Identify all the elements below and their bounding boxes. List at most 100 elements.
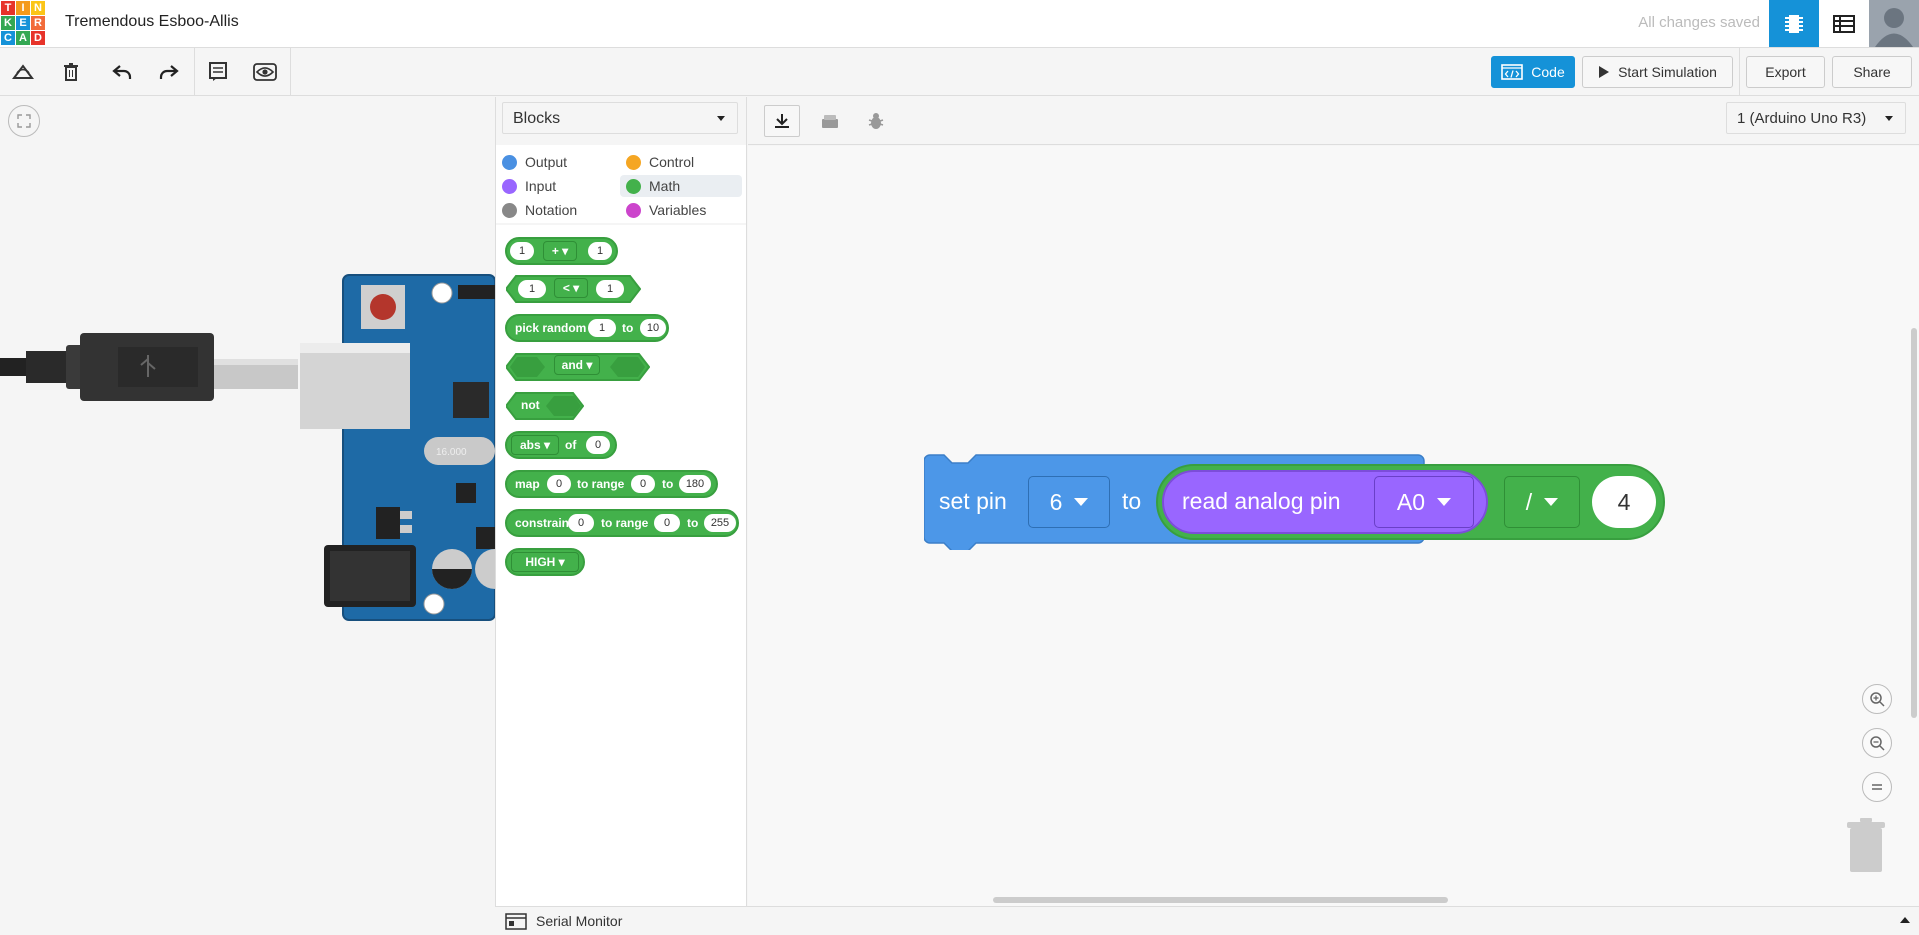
top-bar: TIN KER CAD Tremendous Esboo-Allis All cha… — [0, 0, 1919, 48]
not-label: not — [521, 398, 540, 412]
toolbar-divider — [290, 48, 291, 96]
notes-icon[interactable] — [202, 56, 234, 88]
crystal-label: 16.000 — [436, 447, 467, 458]
category-notation[interactable]: Notation — [502, 199, 577, 221]
code-label: Code — [1531, 64, 1565, 80]
math-abs-block[interactable]: abs ▾ of 0 — [505, 431, 617, 459]
toolbar-divider — [194, 48, 195, 96]
math-arithmetic-block[interactable]: 1 + ▾ 1 — [505, 237, 618, 265]
zoom-out-icon[interactable] — [1862, 728, 1892, 758]
compare-operator-dropdown[interactable]: < ▾ — [554, 278, 588, 298]
fit-view-icon[interactable] — [8, 105, 40, 137]
debug-bug-icon[interactable] — [860, 105, 892, 137]
device-select-value: 1 (Arduino Uno R3) — [1737, 110, 1867, 127]
math-level-block[interactable]: HIGH ▾ — [505, 548, 585, 576]
visibility-eye-icon[interactable] — [249, 56, 281, 88]
save-status: All changes saved — [1638, 14, 1760, 31]
export-button[interactable]: Export — [1746, 56, 1825, 88]
trash-can-icon[interactable] — [1844, 816, 1888, 874]
category-math[interactable]: Math — [626, 175, 680, 197]
category-output[interactable]: Output — [502, 151, 567, 173]
level-dropdown[interactable]: HIGH ▾ — [511, 552, 579, 572]
export-label: Export — [1765, 64, 1806, 80]
play-icon — [1599, 66, 1610, 78]
logo-letter: D — [31, 31, 45, 45]
block-palette: Blocks Output Control Input Math Notatio… — [495, 97, 747, 906]
code-workspace[interactable]: set pin 6 to read analog pin A0 / 4 — [748, 146, 1919, 906]
start-simulation-label: Start Simulation — [1618, 64, 1717, 80]
math-operator-dropdown[interactable]: / — [1504, 476, 1580, 528]
logic-operator-dropdown[interactable]: and ▾ — [554, 355, 600, 375]
math-map-block[interactable]: map 0 to range 0 to 180 — [505, 470, 718, 498]
serial-monitor-bar[interactable]: Serial Monitor — [495, 906, 1919, 935]
user-avatar-icon[interactable] — [1869, 0, 1919, 47]
circuit-view-icon[interactable] — [1769, 0, 1819, 47]
share-button[interactable]: Share — [1832, 56, 1912, 88]
vertical-scrollbar[interactable] — [1911, 328, 1917, 718]
arith-operator-dropdown[interactable]: + ▾ — [543, 241, 577, 261]
upload-library-icon[interactable] — [814, 105, 846, 137]
logo-letter: A — [16, 31, 30, 45]
logo-letter: C — [1, 31, 15, 45]
math-constrain-block[interactable]: constrain 0 to range 0 to 255 — [505, 509, 739, 537]
code-icon — [1501, 64, 1524, 80]
rotate-icon[interactable] — [7, 56, 39, 88]
zoom-reset-icon[interactable] — [1862, 772, 1892, 802]
read-analog-pin-label: read analog pin — [1182, 488, 1341, 514]
circuit-canvas[interactable]: 16.000 — [0, 97, 495, 935]
category-list: Output Control Input Math Notation Varia… — [496, 145, 746, 221]
components-list-icon[interactable] — [1819, 0, 1869, 47]
constrain-value[interactable]: 0 — [568, 514, 594, 532]
serial-monitor-icon — [505, 913, 527, 930]
blocks-mode-value: Blocks — [513, 110, 561, 127]
chevron-down-icon — [1437, 498, 1452, 506]
undo-icon[interactable] — [106, 56, 138, 88]
redo-icon[interactable] — [153, 56, 185, 88]
math-not-block[interactable] — [506, 392, 584, 420]
main-toolbar: Code Start Simulation Export Share — [0, 48, 1919, 96]
share-label: Share — [1853, 64, 1891, 80]
map-from-value[interactable]: 0 — [631, 475, 655, 493]
set-pin-label: set pin — [939, 488, 1007, 514]
code-button[interactable]: Code — [1491, 56, 1575, 88]
palette-divider — [496, 223, 746, 225]
start-simulation-button[interactable]: Start Simulation — [1582, 56, 1733, 88]
compare-b-value[interactable]: 1 — [596, 280, 624, 298]
constrain-to-value[interactable]: 255 — [704, 514, 736, 532]
divisor-input[interactable]: 4 — [1592, 476, 1656, 528]
chevron-down-icon — [1885, 116, 1893, 121]
math-random-block[interactable]: pick random 1 to 10 — [505, 314, 669, 342]
device-select[interactable]: 1 (Arduino Uno R3) — [1726, 102, 1906, 134]
to-label: to — [1122, 488, 1142, 514]
category-control[interactable]: Control — [626, 151, 694, 173]
logo-letter: K — [1, 16, 15, 30]
category-variables[interactable]: Variables — [626, 199, 706, 221]
map-to-value[interactable]: 180 — [679, 475, 711, 493]
tinkercad-logo[interactable]: TIN KER CAD — [0, 0, 46, 46]
abs-function-dropdown[interactable]: abs ▾ — [511, 435, 559, 455]
random-from-value[interactable]: 1 — [588, 319, 616, 337]
horizontal-scrollbar[interactable] — [993, 897, 1448, 903]
delete-icon[interactable] — [55, 56, 87, 88]
arith-b-value[interactable]: 1 — [588, 242, 612, 260]
zoom-in-icon[interactable] — [1862, 684, 1892, 714]
arith-a-value[interactable]: 1 — [510, 242, 534, 260]
project-title[interactable]: Tremendous Esboo-Allis — [65, 13, 239, 31]
category-input[interactable]: Input — [502, 175, 556, 197]
analog-pin-dropdown[interactable]: A0 — [1374, 476, 1474, 528]
arduino-board-illustration[interactable]: 16.000 — [0, 247, 495, 627]
constrain-from-value[interactable]: 0 — [654, 514, 680, 532]
abs-value[interactable]: 0 — [586, 436, 610, 454]
logo-letter: E — [16, 16, 30, 30]
random-to-value[interactable]: 10 — [640, 319, 666, 337]
compare-a-value[interactable]: 1 — [518, 280, 546, 298]
map-value[interactable]: 0 — [547, 475, 571, 493]
chevron-up-icon[interactable] — [1900, 917, 1910, 923]
logo-letter: N — [31, 1, 45, 15]
pin-number-dropdown[interactable]: 6 — [1028, 476, 1110, 528]
random-label: pick random — [515, 321, 587, 335]
download-icon[interactable] — [764, 105, 800, 137]
logo-letter: R — [31, 16, 45, 30]
logo-letter: I — [16, 1, 30, 15]
blocks-mode-dropdown[interactable]: Blocks — [502, 102, 738, 134]
